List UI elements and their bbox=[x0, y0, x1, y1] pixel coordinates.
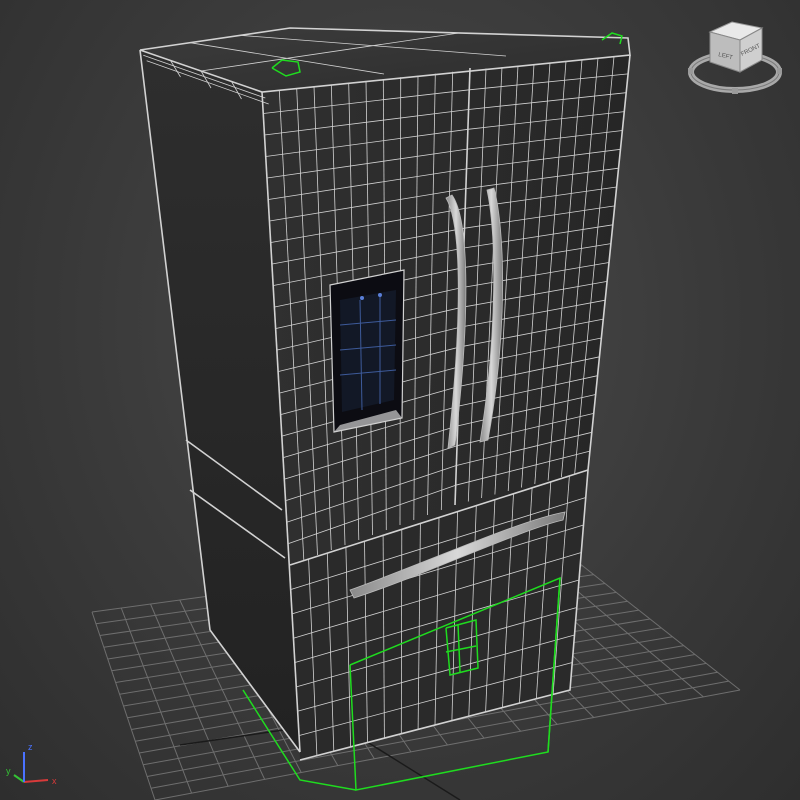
viewcube-east-marker[interactable] bbox=[777, 68, 782, 74]
z-axis-label: z bbox=[28, 742, 33, 752]
x-axis-arrow bbox=[23, 779, 49, 783]
viewcube[interactable]: LEFT FRONT bbox=[680, 10, 790, 110]
x-axis-label: x bbox=[52, 776, 57, 786]
perspective-viewport[interactable]: LEFT FRONT x y z bbox=[0, 0, 800, 800]
y-axis-label: y bbox=[6, 766, 11, 776]
viewcube-west-marker[interactable] bbox=[688, 68, 693, 74]
viewport-canvas[interactable] bbox=[0, 0, 800, 800]
water-dispenser[interactable] bbox=[329, 269, 405, 433]
y-axis-arrow bbox=[13, 774, 25, 783]
viewcube-south-marker[interactable] bbox=[732, 88, 738, 94]
axis-tripod: x y z bbox=[6, 742, 57, 786]
